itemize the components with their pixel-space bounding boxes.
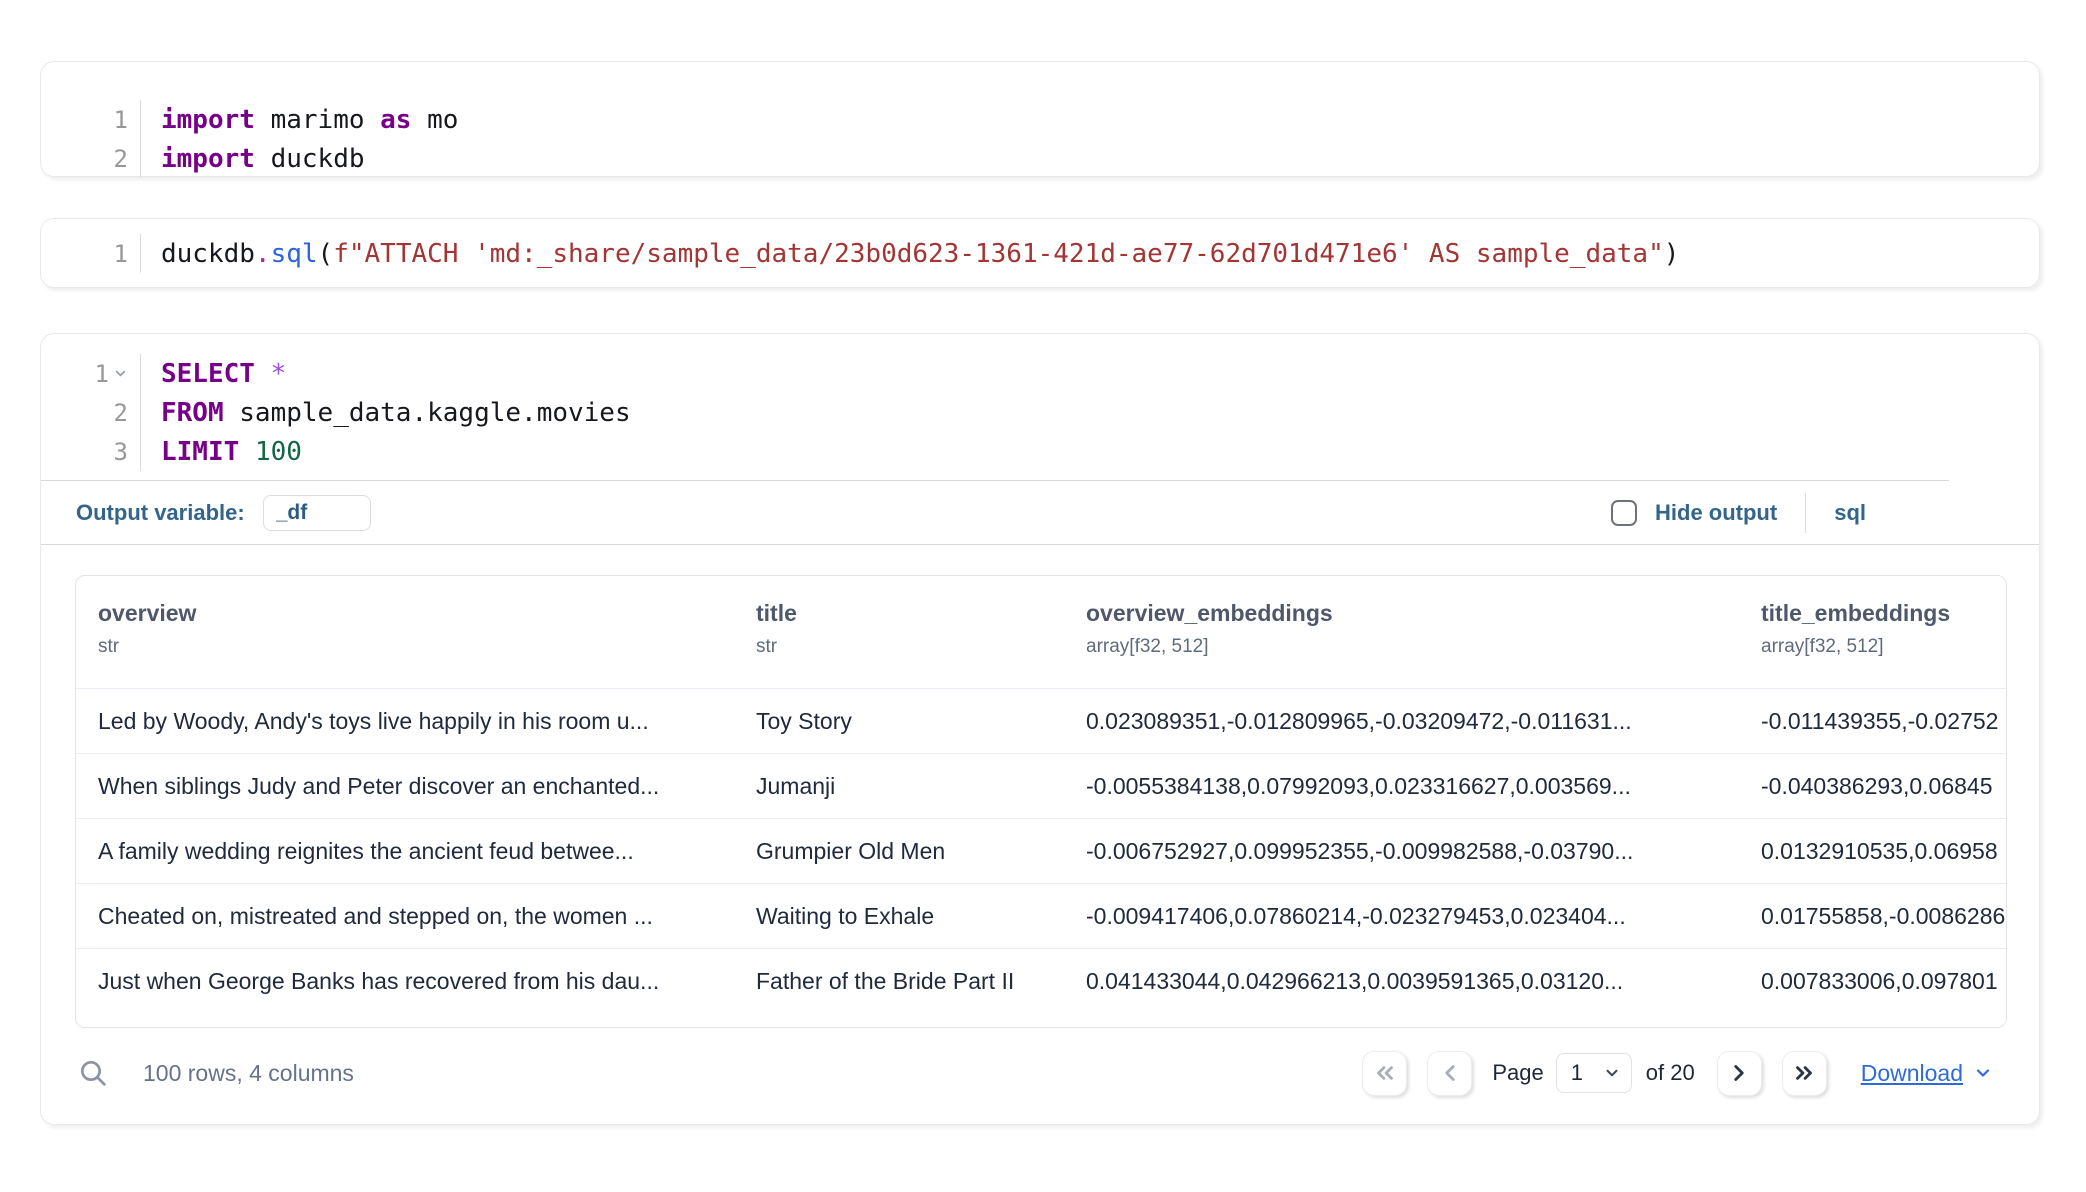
hide-output-checkbox[interactable] (1611, 500, 1637, 526)
search-icon[interactable] (71, 1051, 115, 1095)
page-count-label: of 20 (1646, 1060, 1695, 1086)
line-number: 2 (41, 139, 141, 178)
download-label: Download (1861, 1060, 1963, 1087)
code-line[interactable]: 2import duckdb (41, 139, 2039, 178)
output-variable-row: Output variable: Hide output sql (41, 481, 2039, 544)
code-line[interactable]: 1import marimo as mo (41, 100, 2039, 139)
data-table: overview str title str overview_embeddingsar… (75, 575, 2007, 1028)
table-cell: When siblings Judy and Peter discover an… (76, 754, 734, 818)
chevrons-right-icon (1791, 1060, 1817, 1086)
code-editor[interactable]: 1SELECT *2FROM sample_data.kaggle.movies… (41, 334, 2039, 471)
column-header[interactable]: overview_embeddings array[f32, 512] (1064, 576, 1739, 688)
code-text: SELECT * (141, 359, 286, 389)
table-footer: 100 rows, 4 columns Page 1 (41, 1028, 2039, 1124)
next-page-button[interactable] (1717, 1051, 1762, 1096)
table-row[interactable]: Just when George Banks has recovered fro… (76, 948, 2006, 1013)
chevron-down-icon (1973, 1063, 1993, 1083)
chevron-left-icon (1437, 1060, 1463, 1086)
table-row[interactable]: When siblings Judy and Peter discover an… (76, 753, 2006, 818)
code-editor[interactable]: 1import marimo as mo2import duckdb (41, 80, 2039, 178)
line-number: 3 (41, 432, 141, 471)
code-line[interactable]: 2FROM sample_data.kaggle.movies (41, 393, 2039, 432)
code-cell-attach[interactable]: 1duckdb.sql(f"ATTACH 'md:_share/sample_d… (40, 218, 2040, 288)
chevrons-left-icon (1372, 1060, 1398, 1086)
previous-page-button[interactable] (1427, 1051, 1472, 1096)
code-cell-imports[interactable]: 1import marimo as mo2import duckdb (40, 61, 2040, 177)
code-text: import duckdb (141, 144, 365, 174)
code-fold-chevron-icon[interactable] (113, 366, 128, 381)
last-page-button[interactable] (1782, 1051, 1827, 1096)
table-body: Led by Woody, Andy's toys live happily i… (76, 688, 2006, 1013)
code-line[interactable]: 1duckdb.sql(f"ATTACH 'md:_share/sample_d… (41, 234, 2039, 273)
table-cell: -0.006752927,0.099952355,-0.009982588,-0… (1064, 819, 1739, 883)
column-name: title_embeddings (1761, 600, 1996, 627)
pagination: Page 1 of 20 (1362, 1051, 1993, 1096)
table-cell: Led by Woody, Andy's toys live happily i… (76, 689, 734, 753)
chevron-right-icon (1726, 1060, 1752, 1086)
table-cell: Just when George Banks has recovered fro… (76, 949, 734, 1013)
table-cell: -0.0055384138,0.07992093,0.023316627,0.0… (1064, 754, 1739, 818)
table-cell: Cheated on, mistreated and stepped on, t… (76, 884, 734, 948)
table-row[interactable]: Cheated on, mistreated and stepped on, t… (76, 883, 2006, 948)
table-cell: -0.009417406,0.07860214,-0.023279453,0.0… (1064, 884, 1739, 948)
column-header[interactable]: overview str (76, 576, 734, 688)
page-label: Page (1492, 1060, 1543, 1086)
code-text: LIMIT 100 (141, 437, 302, 467)
column-name: title (756, 600, 1054, 627)
table-cell: Father of the Bride Part II (734, 949, 1064, 1013)
table-cell: 0.01755858,-0.0086286 (1739, 884, 2006, 948)
sql-cell: 1SELECT *2FROM sample_data.kaggle.movies… (40, 333, 2040, 1125)
code-text: FROM sample_data.kaggle.movies (141, 398, 631, 428)
output-variable-input[interactable] (263, 495, 371, 531)
column-name: overview (98, 600, 724, 627)
column-name: overview_embeddings (1086, 600, 1729, 627)
output-variable-label: Output variable: (76, 500, 245, 526)
row-count-summary: 100 rows, 4 columns (143, 1060, 354, 1087)
line-number: 1 (41, 100, 141, 139)
table-row[interactable]: A family wedding reignites the ancient f… (76, 818, 2006, 883)
hide-output-label[interactable]: Hide output (1655, 500, 1777, 526)
line-number: 1 (41, 234, 141, 273)
table-header-row: overview str title str overview_embeddingsar… (76, 576, 2006, 688)
table-cell: -0.040386293,0.06845 (1739, 754, 2006, 818)
column-type: str (756, 636, 1054, 658)
table-cell: 0.023089351,-0.012809965,-0.03209472,-0.… (1064, 689, 1739, 753)
code-text: duckdb.sql(f"ATTACH 'md:_share/sample_da… (141, 239, 1679, 269)
column-header[interactable]: title_embeddings array[f32, 512] (1739, 576, 2006, 688)
divider (1805, 493, 1806, 533)
table-cell: 0.007833006,0.097801 (1739, 949, 2006, 1013)
cell-output: overview str title str overview_embeddingsar… (41, 545, 2039, 1124)
download-button[interactable]: Download (1861, 1060, 1993, 1087)
language-badge: sql (1834, 500, 1866, 526)
table-cell: 0.041433044,0.042966213,0.0039591365,0.0… (1064, 949, 1739, 1013)
table-cell: Jumanji (734, 754, 1064, 818)
table-cell: Toy Story (734, 689, 1064, 753)
hide-output-control[interactable]: Hide output (1611, 500, 1777, 526)
page-select[interactable]: 1 (1556, 1053, 1632, 1093)
column-type: array[f32, 512] (1086, 636, 1729, 658)
table-cell: A family wedding reignites the ancient f… (76, 819, 734, 883)
code-line[interactable]: 1SELECT * (41, 354, 2039, 393)
line-number: 1 (41, 354, 141, 393)
code-line[interactable]: 3LIMIT 100 (41, 432, 2039, 471)
table-cell: Waiting to Exhale (734, 884, 1064, 948)
column-header[interactable]: title str (734, 576, 1064, 688)
table-cell: 0.0132910535,0.06958 (1739, 819, 2006, 883)
table-cell: -0.011439355,-0.02752 (1739, 689, 2006, 753)
column-type: str (98, 636, 724, 658)
table-row[interactable]: Led by Woody, Andy's toys live happily i… (76, 688, 2006, 753)
chevron-down-icon (1603, 1064, 1621, 1082)
column-type: array[f32, 512] (1761, 636, 1996, 658)
code-editor[interactable]: 1duckdb.sql(f"ATTACH 'md:_share/sample_d… (41, 234, 2039, 273)
line-number: 2 (41, 393, 141, 432)
code-text: import marimo as mo (141, 105, 458, 135)
table-cell: Grumpier Old Men (734, 819, 1064, 883)
first-page-button[interactable] (1362, 1051, 1407, 1096)
page-select-value: 1 (1571, 1060, 1583, 1086)
